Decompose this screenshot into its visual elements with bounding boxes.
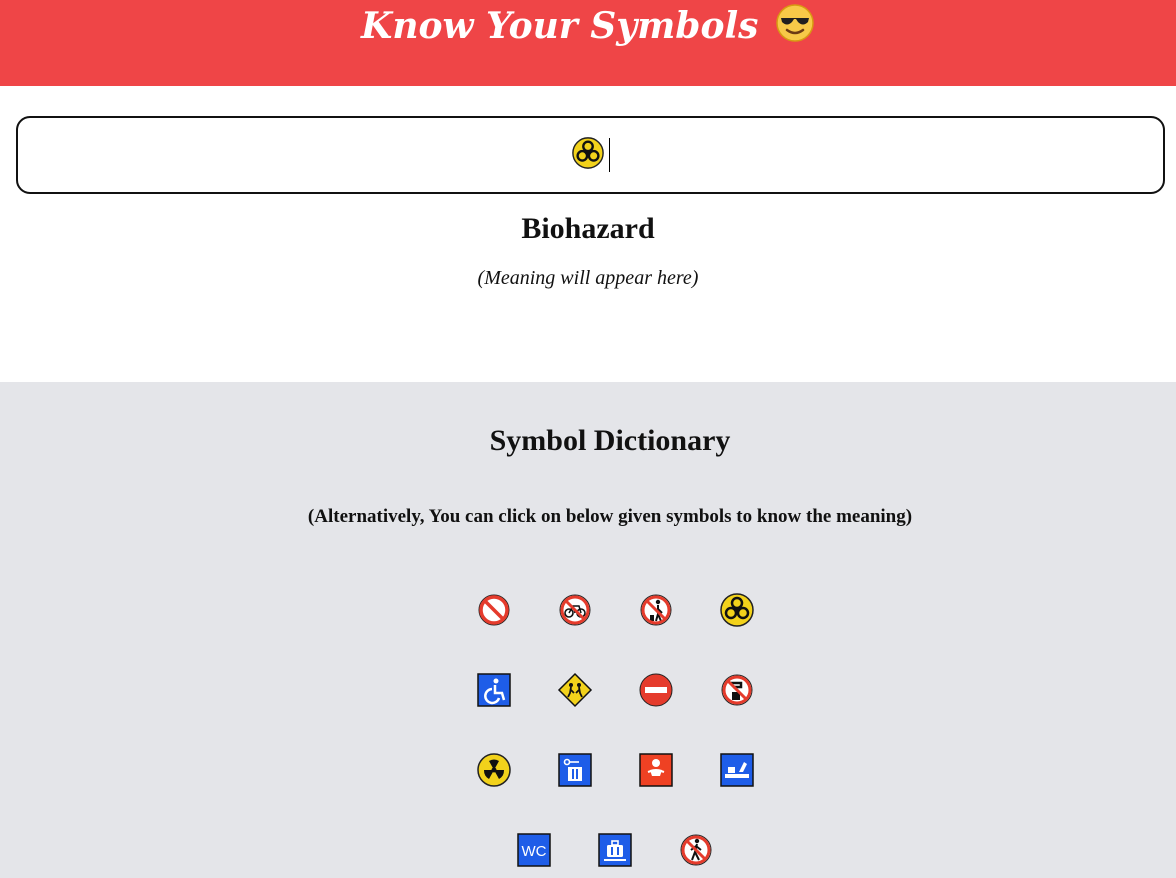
app-title: Know Your Symbols [0,2,1176,55]
radioactive-icon[interactable] [476,752,512,788]
wc-label: WC [522,843,547,860]
baby-symbol-icon[interactable] [638,752,674,788]
left-luggage-icon[interactable] [557,752,593,788]
symbol-search-input[interactable] [16,116,1165,194]
result-symbol-meaning: (Meaning will appear here) [477,267,699,289]
smiling-face-with-sunglasses-icon [775,3,815,55]
symbol-dictionary: Symbol Dictionary (Alternatively, You ca… [0,382,1176,878]
search-box[interactable] [16,116,1165,194]
no-pedestrians-icon[interactable] [678,832,714,868]
no-entry-icon[interactable] [638,672,674,708]
children-crossing-icon[interactable] [557,672,593,708]
wheelchair-icon[interactable] [476,672,512,708]
no-bicycles-icon[interactable] [557,592,593,628]
customs-icon[interactable] [719,752,755,788]
baggage-claim-icon[interactable] [597,832,633,868]
no-littering-icon[interactable] [638,592,674,628]
result-symbol-name: Biohazard [521,212,655,245]
non-potable-water-icon[interactable] [719,672,755,708]
dictionary-hint: (Alternatively, You can click on below g… [307,506,913,527]
app-title-text: Know Your Symbols [361,5,759,47]
biohazard-icon[interactable] [719,592,755,628]
dictionary-title: Symbol Dictionary [489,424,731,457]
prohibited-icon[interactable] [476,592,512,628]
water-closet-icon[interactable]: WC [516,832,552,868]
header-bar: Know Your Symbols [0,0,1176,86]
